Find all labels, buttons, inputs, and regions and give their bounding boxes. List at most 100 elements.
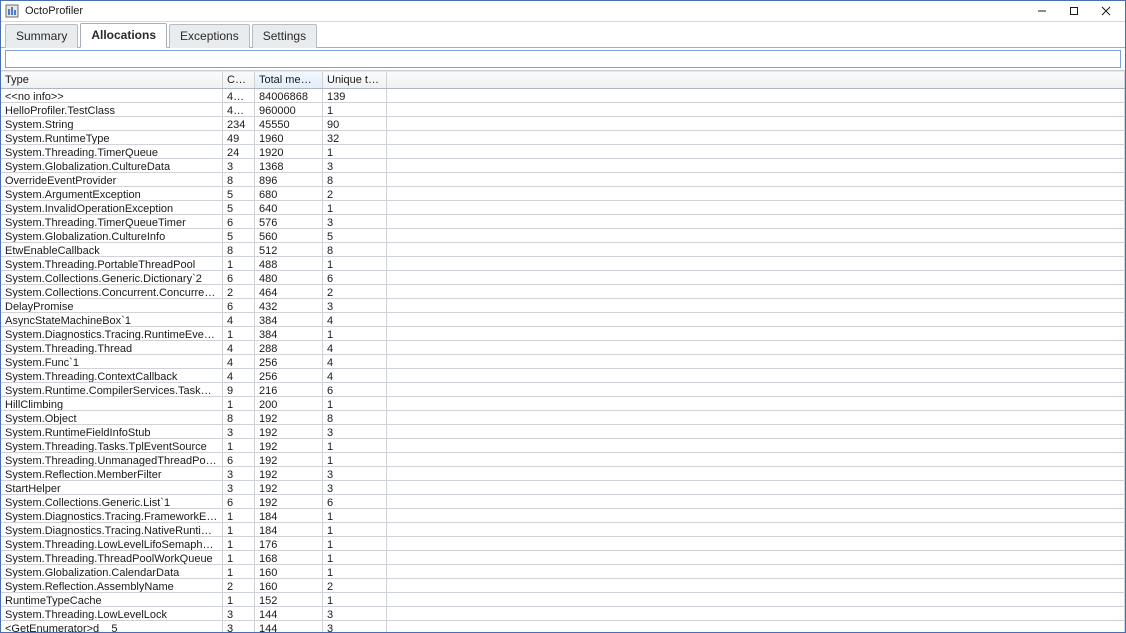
table-row[interactable]: System.Collections.Generic.List`161926 [1,495,1125,509]
table-row[interactable]: System.Threading.ThreadPoolWorkQueue1168… [1,551,1125,565]
table-row[interactable]: System.Threading.TimerQueueTimer65763 [1,215,1125,229]
search-input[interactable] [5,50,1121,68]
table-row[interactable]: System.String2344555090 [1,117,1125,131]
cell-memory: 192 [255,425,323,438]
cell-unique: 3 [323,425,387,438]
cell-count: 49 [223,131,255,144]
cell-unique: 2 [323,579,387,592]
table-header: Type Count Total memory (B) Unique trace [1,71,1125,89]
table-row[interactable]: System.Func`142564 [1,355,1125,369]
cell-count: 6 [223,215,255,228]
table-row[interactable]: System.RuntimeType49196032 [1,131,1125,145]
table-row[interactable]: System.ArgumentException56802 [1,187,1125,201]
cell-memory: 1960 [255,131,323,144]
cell-type: RuntimeTypeCache [1,593,223,606]
table-row[interactable]: <GetEnumerator>d__531443 [1,621,1125,632]
table-row[interactable]: System.Threading.Thread42884 [1,341,1125,355]
cell-count: 1 [223,439,255,452]
table-row[interactable]: System.Reflection.AssemblyName21602 [1,579,1125,593]
header-unique[interactable]: Unique trace [323,71,387,88]
table-row[interactable]: RuntimeTypeCache11521 [1,593,1125,607]
cell-spacer [387,467,1125,480]
table-row[interactable]: System.Threading.ContextCallback42564 [1,369,1125,383]
cell-type: System.Collections.Concurrent.Concurrent… [1,285,223,298]
table-row[interactable]: System.Threading.Tasks.TplEventSource119… [1,439,1125,453]
table-row[interactable]: System.Threading.TimerQueue2419201 [1,145,1125,159]
cell-count: 1 [223,523,255,536]
titlebar[interactable]: OctoProfiler [1,1,1125,22]
table-row[interactable]: System.Threading.LowLevelLifoSemaphore11… [1,537,1125,551]
table-row[interactable]: System.Threading.PortableThreadPool14881 [1,257,1125,271]
cell-type: System.RuntimeType [1,131,223,144]
table-row[interactable]: DelayPromise64323 [1,299,1125,313]
table-body[interactable]: <<no info>>4017184006868139HelloProfiler… [1,89,1125,632]
cell-count: 4 [223,355,255,368]
tab-exceptions[interactable]: Exceptions [169,24,250,48]
cell-count: 2 [223,285,255,298]
table-row[interactable]: System.Diagnostics.Tracing.NativeRuntime… [1,523,1125,537]
table-row[interactable]: System.InvalidOperationException56401 [1,201,1125,215]
tab-allocations[interactable]: Allocations [80,23,167,48]
table-row[interactable]: System.Threading.UnmanagedThreadPoolWork… [1,453,1125,467]
cell-unique: 1 [323,257,387,270]
table-row[interactable]: StartHelper31923 [1,481,1125,495]
cell-memory: 488 [255,257,323,270]
tab-settings[interactable]: Settings [252,24,317,48]
table-row[interactable]: AsyncStateMachineBox`143844 [1,313,1125,327]
tab-summary[interactable]: Summary [5,24,78,48]
cell-spacer [387,327,1125,340]
cell-count: 4 [223,369,255,382]
cell-memory: 160 [255,565,323,578]
cell-unique: 2 [323,187,387,200]
cell-memory: 200 [255,397,323,410]
close-button[interactable] [1091,1,1121,21]
cell-count: 6 [223,453,255,466]
table-row[interactable]: System.RuntimeFieldInfoStub31923 [1,425,1125,439]
cell-unique: 6 [323,495,387,508]
table-row[interactable]: System.Collections.Generic.Dictionary`26… [1,271,1125,285]
cell-memory: 680 [255,187,323,200]
table-row[interactable]: System.Globalization.CultureData313683 [1,159,1125,173]
cell-spacer [387,355,1125,368]
cell-unique: 1 [323,439,387,452]
table-row[interactable]: System.Collections.Concurrent.Concurrent… [1,285,1125,299]
cell-unique: 4 [323,313,387,326]
table-row[interactable]: System.Reflection.MemberFilter31923 [1,467,1125,481]
cell-memory: 45550 [255,117,323,130]
cell-spacer [387,621,1125,632]
cell-count: 1 [223,327,255,340]
cell-count: 2 [223,579,255,592]
cell-unique: 5 [323,229,387,242]
header-count[interactable]: Count [223,71,255,88]
cell-type: DelayPromise [1,299,223,312]
cell-count: 1 [223,397,255,410]
cell-count: 1 [223,593,255,606]
cell-unique: 1 [323,551,387,564]
table-row[interactable]: System.Threading.LowLevelLock31443 [1,607,1125,621]
cell-type: System.Globalization.CultureInfo [1,229,223,242]
cell-count: 6 [223,271,255,284]
table-row[interactable]: System.Object81928 [1,411,1125,425]
table-row[interactable]: System.Globalization.CalendarData11601 [1,565,1125,579]
table-row[interactable]: EtwEnableCallback85128 [1,243,1125,257]
header-type[interactable]: Type [1,71,223,88]
header-memory[interactable]: Total memory (B) [255,71,323,88]
table-row[interactable]: OverrideEventProvider88968 [1,173,1125,187]
cell-unique: 1 [323,593,387,606]
cell-unique: 3 [323,467,387,480]
cell-memory: 144 [255,621,323,632]
table-row[interactable]: System.Diagnostics.Tracing.RuntimeEventS… [1,327,1125,341]
cell-count: 6 [223,495,255,508]
allocations-table: Type Count Total memory (B) Unique trace… [1,71,1125,632]
maximize-button[interactable] [1059,1,1089,21]
table-row[interactable]: HelloProfiler.TestClass400009600001 [1,103,1125,117]
table-row[interactable]: System.Runtime.CompilerServices.TaskAwai… [1,383,1125,397]
table-row[interactable]: <<no info>>4017184006868139 [1,89,1125,103]
minimize-button[interactable] [1027,1,1057,21]
cell-unique: 3 [323,621,387,632]
table-row[interactable]: System.Globalization.CultureInfo55605 [1,229,1125,243]
table-row[interactable]: HillClimbing12001 [1,397,1125,411]
table-row[interactable]: System.Diagnostics.Tracing.FrameworkEven… [1,509,1125,523]
cell-unique: 32 [323,131,387,144]
cell-type: System.RuntimeFieldInfoStub [1,425,223,438]
